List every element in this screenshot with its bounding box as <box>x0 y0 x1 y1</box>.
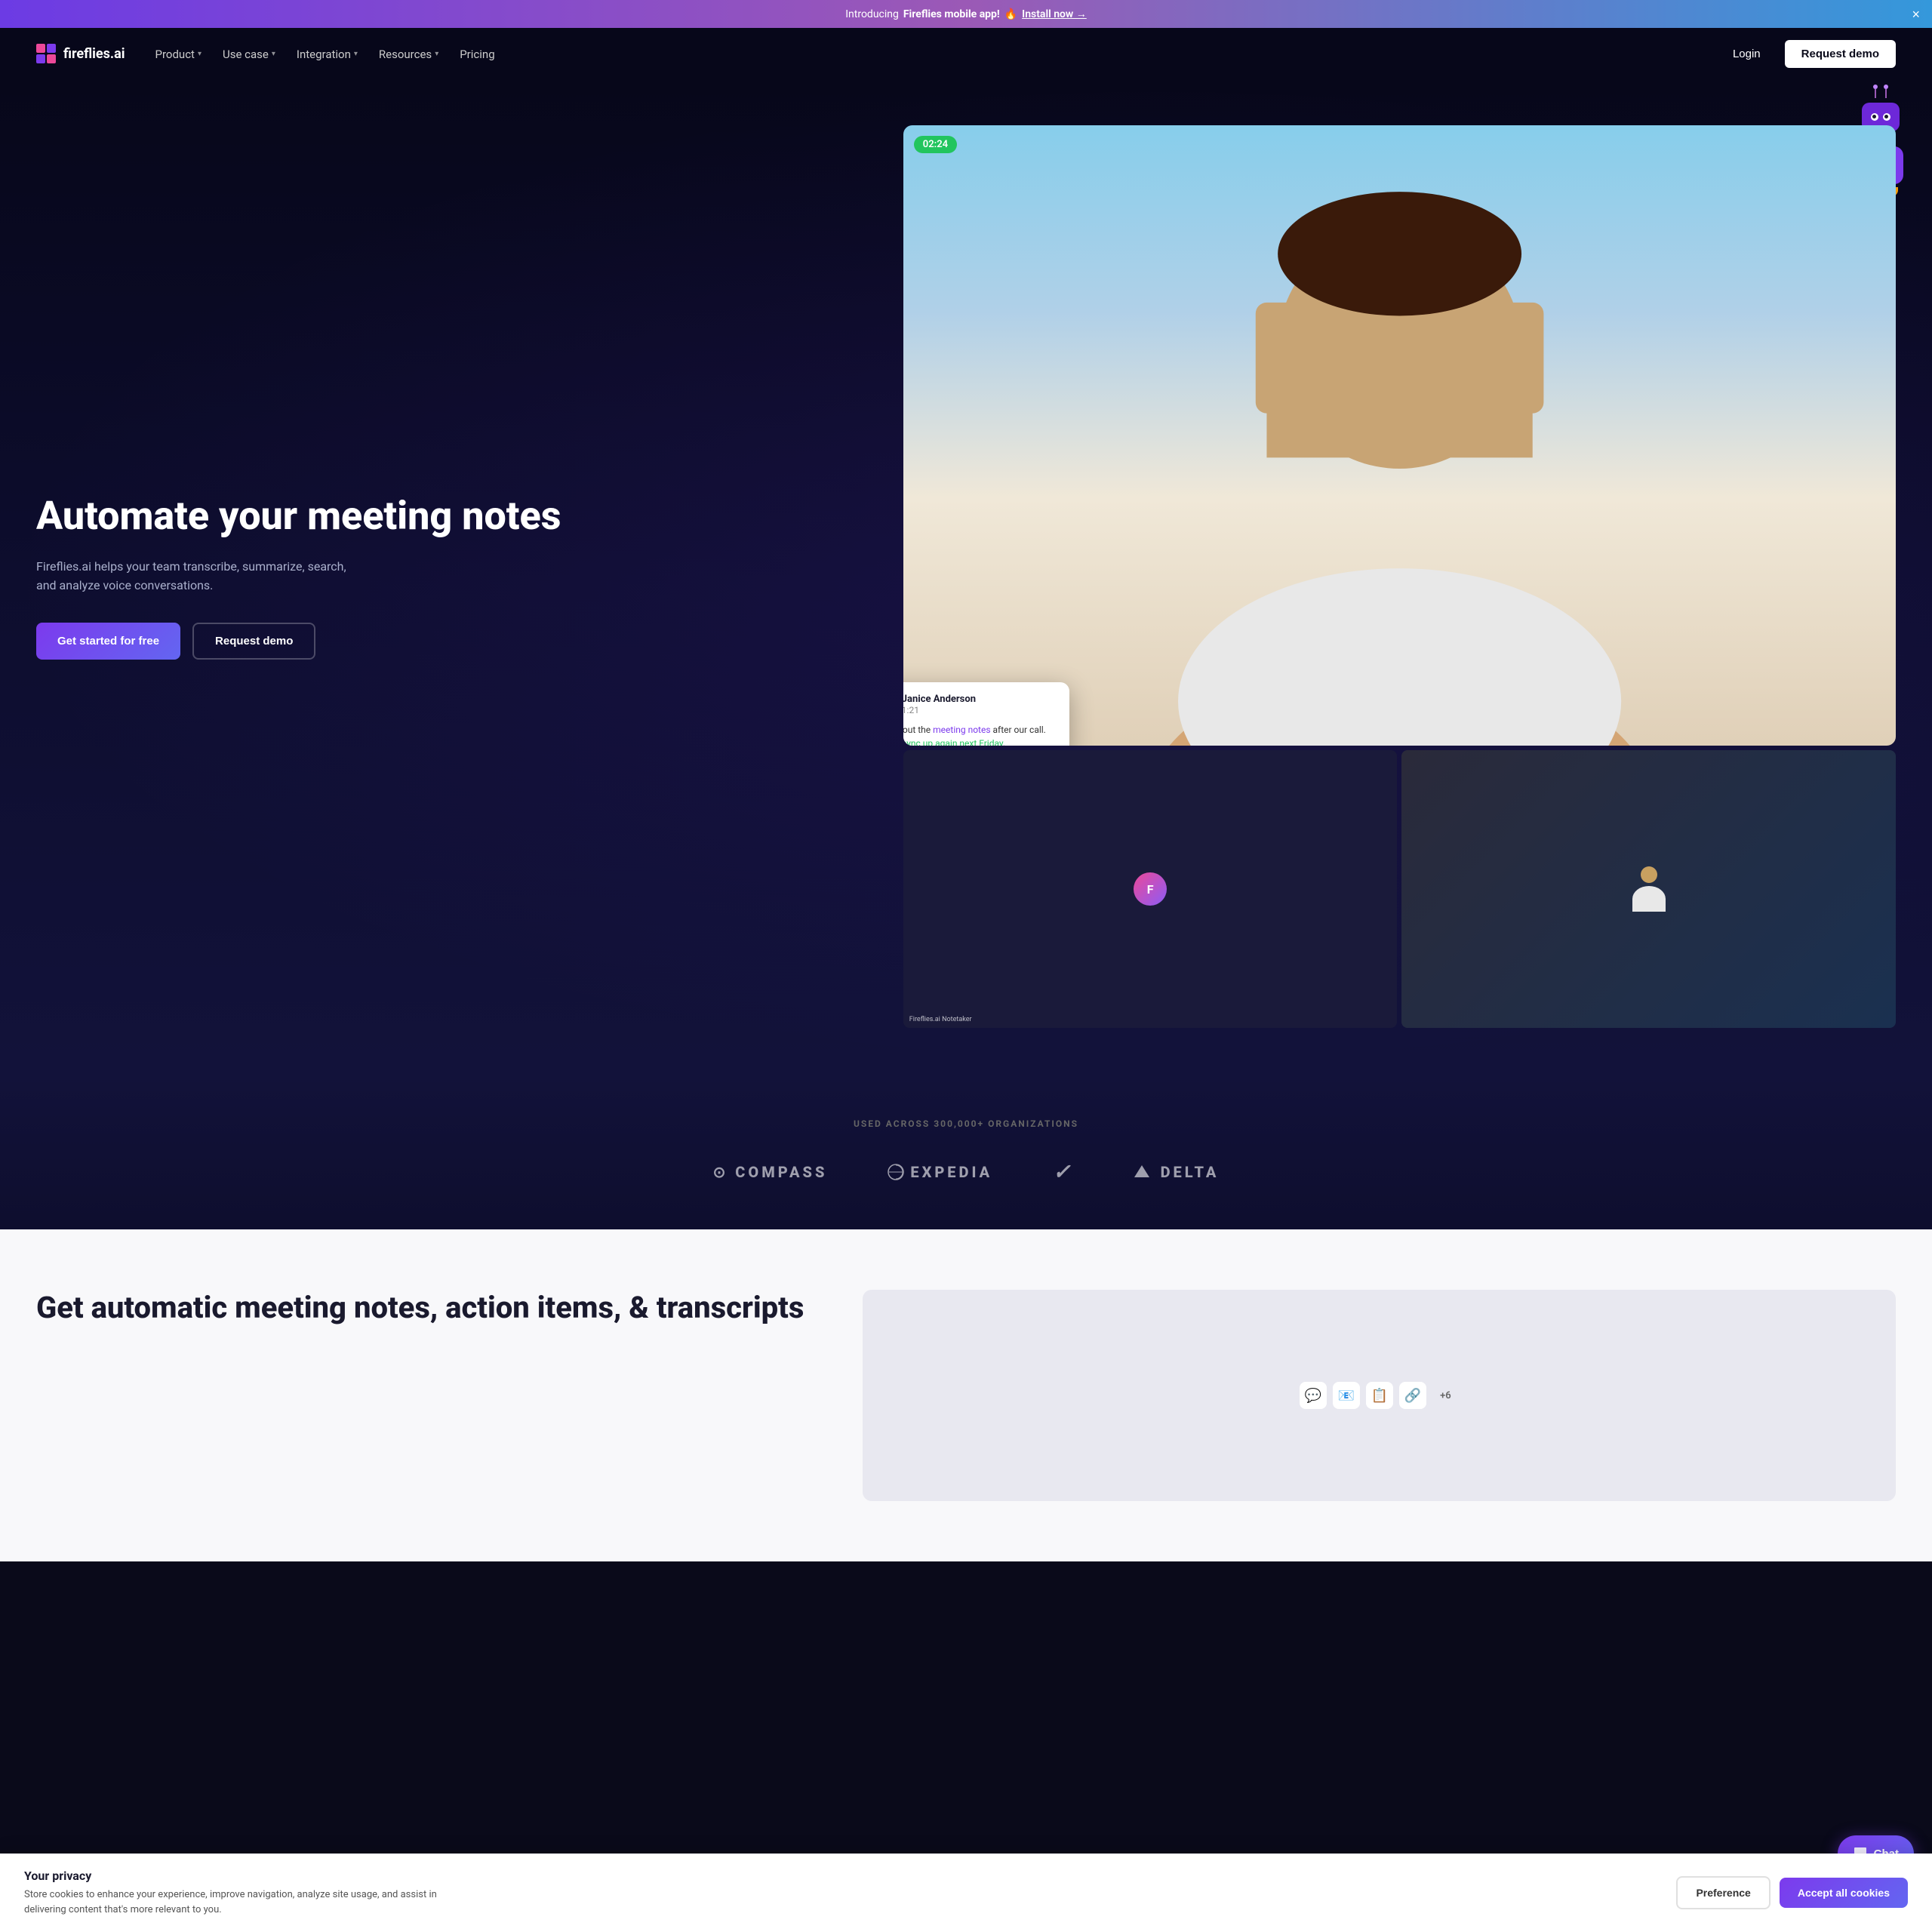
chevron-down-icon: ▾ <box>198 50 202 58</box>
sub-video-person <box>1401 750 1896 1028</box>
integration-plus-count: +6 <box>1432 1387 1459 1404</box>
integration-icons: 💬 📧 📋 🔗 +6 <box>1300 1382 1459 1409</box>
chevron-down-icon: ▾ <box>272 50 275 58</box>
nav-item-integration[interactable]: Integration ▾ <box>297 48 358 61</box>
logos-row: ⊙ COMPASS Expedia ✓ DELTA <box>36 1159 1896 1184</box>
chevron-down-icon: ▾ <box>354 50 358 58</box>
notetaker-logo: F <box>1134 872 1167 906</box>
person-body <box>1632 886 1666 912</box>
second-section-left: Get automatic meeting notes, action item… <box>36 1290 817 1341</box>
nav-item-pricing[interactable]: Pricing <box>460 48 494 61</box>
logo-nike: ✓ <box>1053 1159 1073 1184</box>
chat-bubble: JA Janice Anderson 1:21 I'll send out th… <box>903 682 1069 746</box>
navbar-left: fireflies.ai Product ▾ Use case ▾ Integr… <box>36 44 495 65</box>
second-section: Get automatic meeting notes, action item… <box>0 1229 1932 1561</box>
cookie-description: Store cookies to enhance your experience… <box>24 1887 462 1917</box>
logo-delta: DELTA <box>1134 1163 1220 1181</box>
chat-text-after: . <box>1003 738 1005 746</box>
cookie-banner: Your privacy Store cookies to enhance yo… <box>0 1854 1932 1932</box>
announcement-banner: Introducing Fireflies mobile app! 🔥 Inst… <box>0 0 1932 28</box>
person-head <box>1641 866 1657 883</box>
person-silhouette <box>1630 866 1668 912</box>
hero-title: Automate your meeting notes <box>36 494 873 539</box>
chat-name: Janice Anderson <box>903 694 976 705</box>
navbar-right: Login Request demo <box>1721 40 1896 68</box>
banner-separator: 🔥 <box>1004 8 1017 20</box>
hero-subtitle: Fireflies.ai helps your team transcribe,… <box>36 557 353 595</box>
second-section-preview: 💬 📧 📋 🔗 +6 <box>863 1290 1896 1501</box>
banner-app-name: Fireflies mobile app! <box>903 8 1000 20</box>
meeting-ui: 02:24 JA Janice Anderson 1:21 I'll send … <box>903 125 1896 1028</box>
logo-icon <box>36 44 57 65</box>
hero-left: Automate your meeting notes Fireflies.ai… <box>36 494 873 660</box>
nav-item-usecase[interactable]: Use case ▾ <box>223 48 275 61</box>
logo-text: fireflies.ai <box>63 46 125 62</box>
antenna-left <box>1875 89 1876 98</box>
chat-highlight-sync: sync up again next Friday <box>903 738 1003 746</box>
logos-section: USED ACROSS 300,000+ ORGANIZATIONS ⊙ COM… <box>0 1073 1932 1229</box>
cookie-title: Your privacy <box>24 1869 462 1883</box>
banner-text: Introducing <box>845 8 899 20</box>
nav-links: Product ▾ Use case ▾ Integration ▾ Resou… <box>155 48 495 61</box>
antenna-right <box>1885 89 1887 98</box>
request-demo-button[interactable]: Request demo <box>1785 40 1896 68</box>
robot-eye-left <box>1871 113 1878 121</box>
sub-video-notetaker: F Fireflies.ai Notetaker <box>903 750 1398 1028</box>
integration-icon-2: 📧 <box>1333 1382 1360 1409</box>
install-link[interactable]: Install now → <box>1022 8 1087 20</box>
get-started-button[interactable]: Get started for free <box>36 623 180 660</box>
video-person-svg <box>903 125 1896 746</box>
integration-icon-4: 🔗 <box>1399 1382 1426 1409</box>
chat-time: 1:21 <box>903 705 976 715</box>
notetaker-label: Fireflies.ai Notetaker <box>909 1016 972 1023</box>
robot-antenna <box>1875 89 1887 98</box>
compass-text: ⊙ COMPASS <box>713 1163 828 1181</box>
preference-button[interactable]: Preference <box>1676 1876 1770 1909</box>
navbar: fireflies.ai Product ▾ Use case ▾ Integr… <box>0 28 1932 80</box>
logo[interactable]: fireflies.ai <box>36 44 125 65</box>
chevron-down-icon: ▾ <box>435 50 438 58</box>
robot-eye-right <box>1883 113 1890 121</box>
main-video: 02:24 JA Janice Anderson 1:21 I'll send … <box>903 125 1896 746</box>
sub-videos: F Fireflies.ai Notetaker <box>903 750 1896 1028</box>
nav-item-product[interactable]: Product ▾ <box>155 48 202 61</box>
login-button[interactable]: Login <box>1721 42 1773 66</box>
banner-close-button[interactable]: × <box>1912 8 1920 21</box>
hero-demo-button[interactable]: Request demo <box>192 623 315 660</box>
nav-item-resources[interactable]: Resources ▾ <box>379 48 438 61</box>
integration-icon-1: 💬 <box>1300 1382 1327 1409</box>
chat-bubble-header: JA Janice Anderson 1:21 <box>903 693 1057 717</box>
hero-right: 02:24 JA Janice Anderson 1:21 I'll send … <box>873 125 1896 1028</box>
logo-compass: ⊙ COMPASS <box>713 1163 828 1181</box>
cookie-text-area: Your privacy Store cookies to enhance yo… <box>24 1869 462 1917</box>
hero-buttons: Get started for free Request demo <box>36 623 873 660</box>
second-section-title: Get automatic meeting notes, action item… <box>36 1290 817 1326</box>
logo-expedia: Expedia <box>888 1163 992 1181</box>
cookie-buttons: Preference Accept all cookies <box>1676 1876 1908 1909</box>
meeting-timer: 02:24 <box>914 136 957 153</box>
second-section-right: 💬 📧 📋 🔗 +6 <box>863 1290 1896 1501</box>
delta-triangle-icon <box>1134 1165 1149 1177</box>
integration-icon-3: 📋 <box>1366 1382 1393 1409</box>
hero-section: Automate your meeting notes Fireflies.ai… <box>0 80 1932 1073</box>
accept-cookies-button[interactable]: Accept all cookies <box>1780 1878 1908 1908</box>
expedia-icon <box>888 1164 904 1180</box>
chat-text-before: I'll send out the <box>903 724 933 735</box>
nike-swoosh: ✓ <box>1053 1159 1073 1184</box>
chat-highlight-meeting-notes: meeting notes <box>933 724 990 735</box>
chat-message: I'll send out the meeting notes after ou… <box>903 723 1057 746</box>
logos-label: USED ACROSS 300,000+ ORGANIZATIONS <box>36 1118 1896 1129</box>
